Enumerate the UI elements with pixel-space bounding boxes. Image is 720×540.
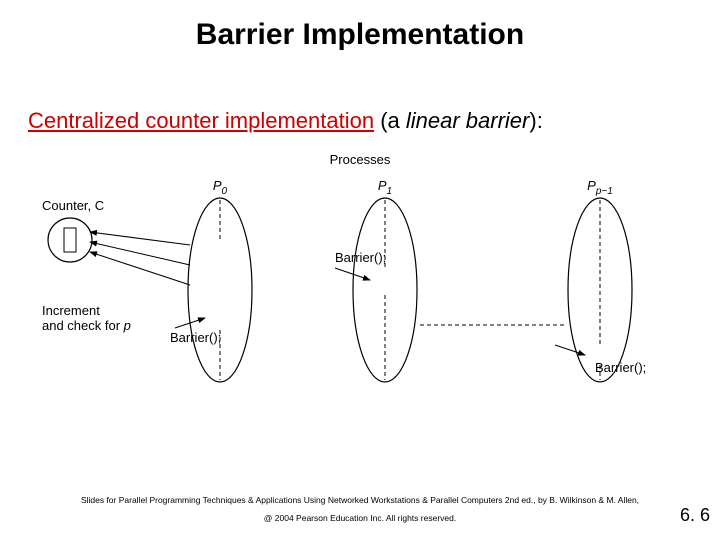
arrow-p0-to-counter-2 bbox=[90, 242, 190, 265]
process-p-ellipse bbox=[568, 198, 632, 382]
barrier-label-pp: Barrier(); bbox=[595, 360, 646, 375]
page-number: 6. 6 bbox=[680, 505, 710, 526]
pp-label: Pp−1 bbox=[587, 178, 613, 197]
slide-title: Barrier Implementation bbox=[0, 18, 720, 52]
subtitle-underlined: Centralized counter implementation bbox=[28, 108, 374, 133]
footer-line1: Slides for Parallel Programming Techniqu… bbox=[0, 491, 720, 510]
subtitle-linear: linear barrier bbox=[406, 108, 530, 133]
counter-circle bbox=[48, 218, 92, 262]
arrow-p0-to-counter-1 bbox=[90, 232, 190, 245]
slide-footer: Slides for Parallel Programming Techniqu… bbox=[0, 491, 720, 528]
barrier-pointer-pp bbox=[555, 345, 585, 355]
increment-label-line1: Increment bbox=[42, 303, 100, 318]
processes-label: Processes bbox=[330, 152, 391, 167]
arrow-p0-to-counter-3 bbox=[90, 252, 190, 285]
footer-line2: @ 2004 Pearson Education Inc. All rights… bbox=[0, 509, 720, 528]
subtitle-paren-close: ): bbox=[529, 108, 542, 133]
barrier-label-p0: Barrier(); bbox=[170, 330, 221, 345]
increment-label-line2: and check for p bbox=[42, 318, 131, 333]
p0-label: P0 bbox=[213, 178, 228, 197]
slide-subtitle: Centralized counter implementation (a li… bbox=[28, 108, 543, 134]
subtitle-paren-open: (a bbox=[374, 108, 406, 133]
counter-label: Counter, C bbox=[42, 198, 104, 213]
barrier-diagram: Processes P0 P1 Pp−1 Counter, C Incremen… bbox=[40, 150, 680, 430]
barrier-label-p1: Barrier(); bbox=[335, 250, 386, 265]
p1-label: P1 bbox=[378, 178, 392, 197]
counter-box bbox=[64, 228, 76, 252]
barrier-pointer-p1 bbox=[335, 268, 370, 280]
